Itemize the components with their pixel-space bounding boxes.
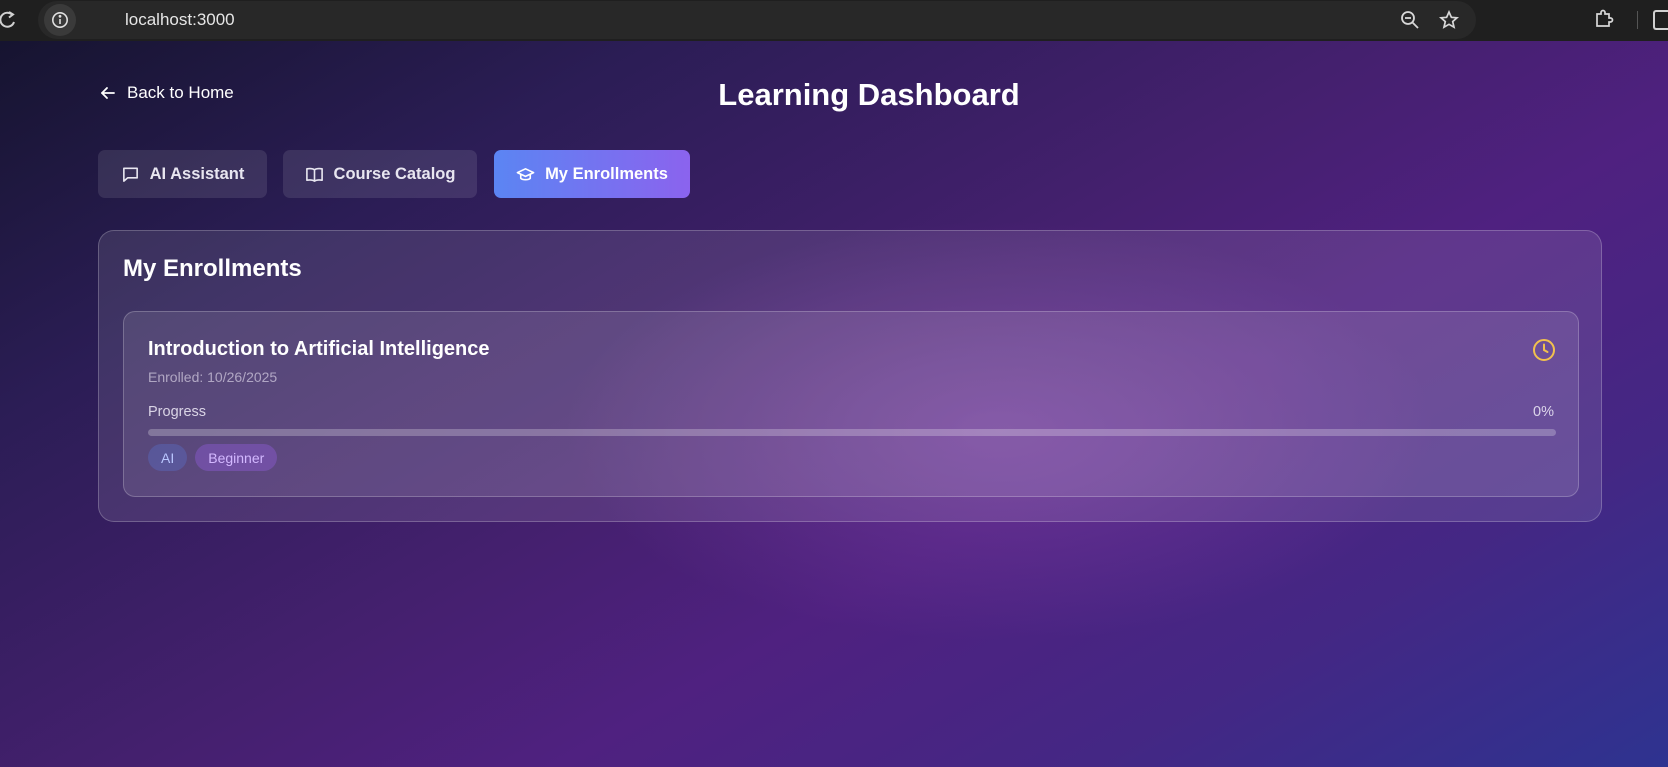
back-to-home-link[interactable]: Back to Home (99, 83, 234, 103)
course-tags: AI Beginner (148, 444, 278, 471)
tag-category: AI (148, 444, 188, 471)
graduation-cap-icon (516, 167, 535, 181)
progress-percent: 0% (1533, 404, 1554, 420)
enrollments-panel: My Enrollments Introduction to Artificia… (98, 230, 1602, 522)
url-text[interactable]: localhost:3000 (125, 10, 235, 30)
course-title: Introduction to Artificial Intelligence (148, 338, 490, 360)
back-link-label: Back to Home (127, 83, 234, 102)
section-title: My Enrollments (123, 255, 302, 282)
site-info-icon (52, 12, 68, 28)
progress-bar (148, 429, 1556, 436)
tab-my-enrollments[interactable]: My Enrollments (494, 150, 690, 198)
site-info-button[interactable] (44, 4, 76, 36)
zoom-icon[interactable] (1400, 10, 1420, 30)
open-book-icon (305, 167, 323, 182)
side-panel-icon[interactable] (1653, 10, 1668, 30)
browser-toolbar: localhost:3000 (0, 0, 1668, 41)
toolbar-divider (1637, 11, 1638, 29)
arrow-left-icon (101, 87, 115, 99)
tag-level: Beginner (195, 444, 278, 471)
address-bar[interactable]: localhost:3000 (38, 1, 1476, 39)
chat-bubble-icon (122, 167, 138, 182)
tab-course-catalog[interactable]: Course Catalog (283, 150, 477, 198)
progress-label: Progress (148, 404, 207, 420)
extensions-icon[interactable] (1593, 8, 1615, 30)
tab-label: AI Assistant (149, 164, 245, 183)
reload-icon[interactable] (0, 9, 18, 31)
enrolled-date: Enrolled: 10/26/2025 (148, 369, 278, 385)
tab-ai-assistant[interactable]: AI Assistant (98, 150, 267, 198)
enrollment-card[interactable]: Introduction to Artificial Intelligence … (123, 311, 1579, 497)
page-title: Learning Dashboard (718, 77, 1020, 112)
clock-icon (1533, 339, 1555, 361)
tab-label: Course Catalog (333, 164, 456, 183)
tab-label: My Enrollments (545, 164, 668, 183)
bookmark-star-icon[interactable] (1439, 10, 1459, 30)
dashboard-page: Back to Home Learning Dashboard AI Assis… (0, 41, 1668, 767)
